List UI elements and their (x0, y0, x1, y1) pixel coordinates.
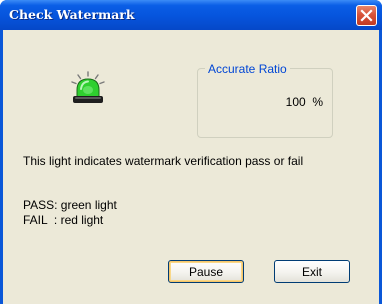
description-text: This light indicates watermark verificat… (23, 154, 304, 168)
title-bar[interactable]: Check Watermark (0, 0, 382, 30)
fail-legend-text: FAIL : red light (23, 213, 104, 227)
green-beacon-icon (71, 71, 105, 103)
close-icon (360, 9, 373, 22)
window-title: Check Watermark (9, 7, 135, 22)
accurate-ratio-value: 100 % (285, 95, 323, 109)
check-watermark-dialog: Check Watermark Accurate Ratio 100 % Thi… (0, 0, 382, 304)
exit-button[interactable]: Exit (274, 260, 350, 283)
pause-button[interactable]: Pause (168, 260, 244, 283)
dialog-body: Accurate Ratio 100 % This light indicate… (3, 30, 379, 304)
pass-legend-text: PASS: green light (23, 198, 117, 212)
accurate-ratio-label: Accurate Ratio (205, 62, 290, 76)
close-button[interactable] (356, 5, 377, 26)
